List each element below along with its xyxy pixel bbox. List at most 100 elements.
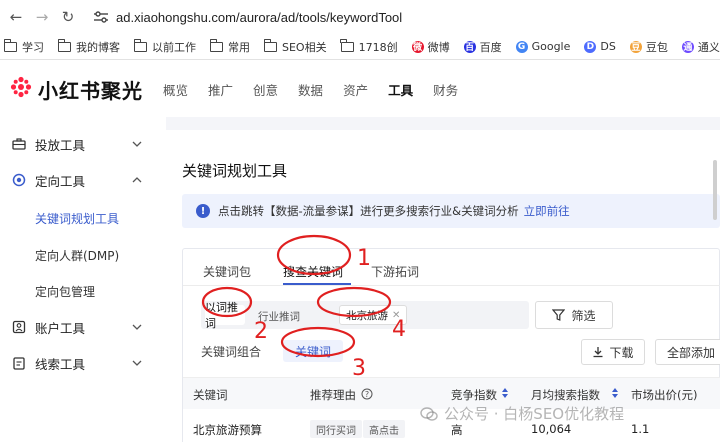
bookmark-item[interactable]: 通通义 (681, 39, 720, 55)
reason-tag: 同行买词 (310, 420, 362, 438)
sidebar-item-keyword-tool[interactable]: 关键词规划工具 (35, 210, 119, 227)
bookmark-item[interactable]: 百百度 (463, 39, 502, 55)
site-settings-icon[interactable] (92, 8, 110, 26)
column-header-monthly-search: 月均搜索指数 (531, 388, 600, 402)
chevron-down-icon (132, 141, 142, 147)
sidebar-item-target-pack[interactable]: 定向包管理 (35, 283, 95, 300)
tab-keyword-combo[interactable]: 关键词组合 (201, 343, 261, 360)
column-header-reason: 推荐理由 (310, 388, 356, 402)
tongyi-icon: 通 (681, 40, 694, 53)
tab-divider (183, 285, 720, 286)
bookmark-item[interactable]: SEO相关 (263, 38, 327, 55)
menu-item[interactable]: 创意 (253, 80, 278, 99)
column-header-bid: 市场出价(元) (631, 388, 698, 402)
folder-icon (3, 38, 17, 52)
download-button[interactable]: 下载 (581, 339, 645, 365)
sidebar-group-account[interactable]: 账户工具 (0, 309, 166, 345)
bookmark-label: 通义 (697, 40, 720, 54)
menu-item[interactable]: 数据 (298, 80, 323, 99)
deepseek-icon: D (584, 40, 597, 53)
tab-downstream-expand[interactable]: 下游拓词 (371, 263, 419, 280)
brand-name: 小红书聚光 (38, 78, 143, 103)
bookmark-item[interactable]: D DS (584, 40, 616, 53)
tab-keyword-pack[interactable]: 关键词包 (203, 263, 251, 280)
browser-toolbar: ← → ↻ ad.xiaohongshu.com/aurora/ad/tools… (0, 0, 720, 34)
folder-icon (133, 38, 147, 52)
bookmark-item[interactable]: 豆豆包 (629, 39, 668, 55)
funnel-icon (552, 309, 566, 321)
bookmark-label: 我的博客 (76, 40, 120, 54)
sidebar-group-targeting[interactable]: 定向工具 (0, 162, 166, 198)
bookmark-item[interactable]: 以前工作 (133, 38, 196, 55)
sort-icon[interactable] (501, 387, 509, 399)
sidebar-group-label: 投放工具 (35, 137, 86, 153)
menu-item[interactable]: 推广 (208, 80, 233, 99)
main-content: 关键词规划工具 ! 点击跳转【数据-流量参谋】进行更多搜索行业&关键词分析 立即… (166, 117, 720, 442)
sidebar-group-label: 定向工具 (35, 173, 86, 189)
scrollbar[interactable] (713, 160, 717, 220)
menu-item[interactable]: 资产 (343, 80, 368, 99)
app-header: 小红书聚光 概览 推广 创意 数据 资产 工具 财务 (0, 61, 720, 117)
watermark: 公众号 · 白杨SEO优化教程 (420, 403, 624, 424)
cell-competition: 高 (451, 423, 463, 437)
notice-link[interactable]: 立即前往 (524, 203, 570, 219)
clipboard-icon (12, 356, 26, 370)
menu-item[interactable]: 概览 (163, 80, 188, 99)
sidebar: 投放工具 定向工具 关键词规划工具 定向人群(DMP) 定向包管理 账户工具 线… (0, 117, 166, 442)
top-menu: 概览 推广 创意 数据 资产 工具 财务 (143, 80, 458, 99)
sort-icon[interactable] (611, 387, 619, 399)
bookmark-label: DS (600, 40, 616, 53)
add-all-label: 全部添加 (666, 345, 715, 360)
download-icon (593, 347, 603, 358)
bookmark-item[interactable]: 微微博 (411, 39, 450, 55)
svg-text:?: ? (365, 390, 369, 399)
bookmark-item[interactable]: 1718创 (340, 38, 398, 55)
chip-label: 北京旅游 (346, 309, 388, 322)
page: ← → ↻ ad.xiaohongshu.com/aurora/ad/tools… (0, 0, 720, 442)
sidebar-item-dmp[interactable]: 定向人群(DMP) (35, 247, 119, 264)
bookmark-label: 1718创 (358, 40, 398, 54)
mode-word-to-word[interactable]: 以词推词 (205, 301, 245, 330)
account-icon (12, 320, 26, 334)
tab-keyword[interactable]: 关键词 (283, 340, 343, 362)
bookmark-label: 以前工作 (152, 40, 196, 54)
bookmark-label: 微博 (427, 40, 450, 54)
chevron-down-icon (132, 324, 142, 330)
filter-button[interactable]: 筛选 (535, 301, 613, 329)
mode-industry[interactable]: 行业推词 (258, 309, 300, 324)
sidebar-group-leads[interactable]: 线索工具 (0, 345, 166, 381)
watermark-text: 公众号 · 白杨SEO优化教程 (444, 405, 625, 423)
wechat-icon (420, 406, 438, 421)
help-icon[interactable]: ? (361, 388, 373, 400)
tab-search-keyword[interactable]: 搜查关键词 (283, 263, 343, 280)
menu-item[interactable]: 财务 (433, 80, 458, 99)
page-title: 关键词规划工具 (182, 162, 288, 180)
menu-item[interactable]: 工具 (388, 80, 413, 99)
sidebar-group-delivery[interactable]: 投放工具 (0, 126, 166, 162)
add-all-button[interactable]: 全部添加 (655, 339, 720, 365)
bookmark-label: 豆包 (645, 40, 668, 54)
search-box[interactable]: 以词推词 行业推词 北京旅游 ✕ (201, 301, 529, 330)
address-bar[interactable]: ad.xiaohongshu.com/aurora/ad/tools/keywo… (116, 10, 402, 25)
bookmark-item[interactable]: 学习 (3, 38, 44, 55)
folder-icon (57, 38, 71, 52)
briefcase-icon (12, 137, 26, 151)
back-icon[interactable]: ← (6, 7, 26, 27)
bookmark-label: 常用 (228, 40, 250, 54)
forward-icon[interactable]: → (32, 7, 52, 27)
column-header-competition: 竞争指数 (451, 388, 497, 402)
column-header-keyword: 关键词 (193, 388, 228, 402)
bookmark-item[interactable]: 常用 (209, 38, 250, 55)
logo[interactable]: 小红书聚光 (10, 75, 143, 104)
google-icon: G (515, 40, 528, 53)
chevron-down-icon (132, 360, 142, 366)
bookmark-item[interactable]: G Google (515, 40, 570, 53)
reload-icon[interactable]: ↻ (58, 7, 78, 27)
filter-label: 筛选 (571, 308, 596, 323)
keyword-chip: 北京旅游 ✕ (339, 305, 408, 325)
brand-logo-icon (10, 76, 32, 102)
reason-tag: 高点击 (363, 420, 405, 438)
bookmark-item[interactable]: 我的博客 (57, 38, 120, 55)
close-icon[interactable]: ✕ (392, 310, 400, 321)
doubao-icon: 豆 (629, 40, 642, 53)
